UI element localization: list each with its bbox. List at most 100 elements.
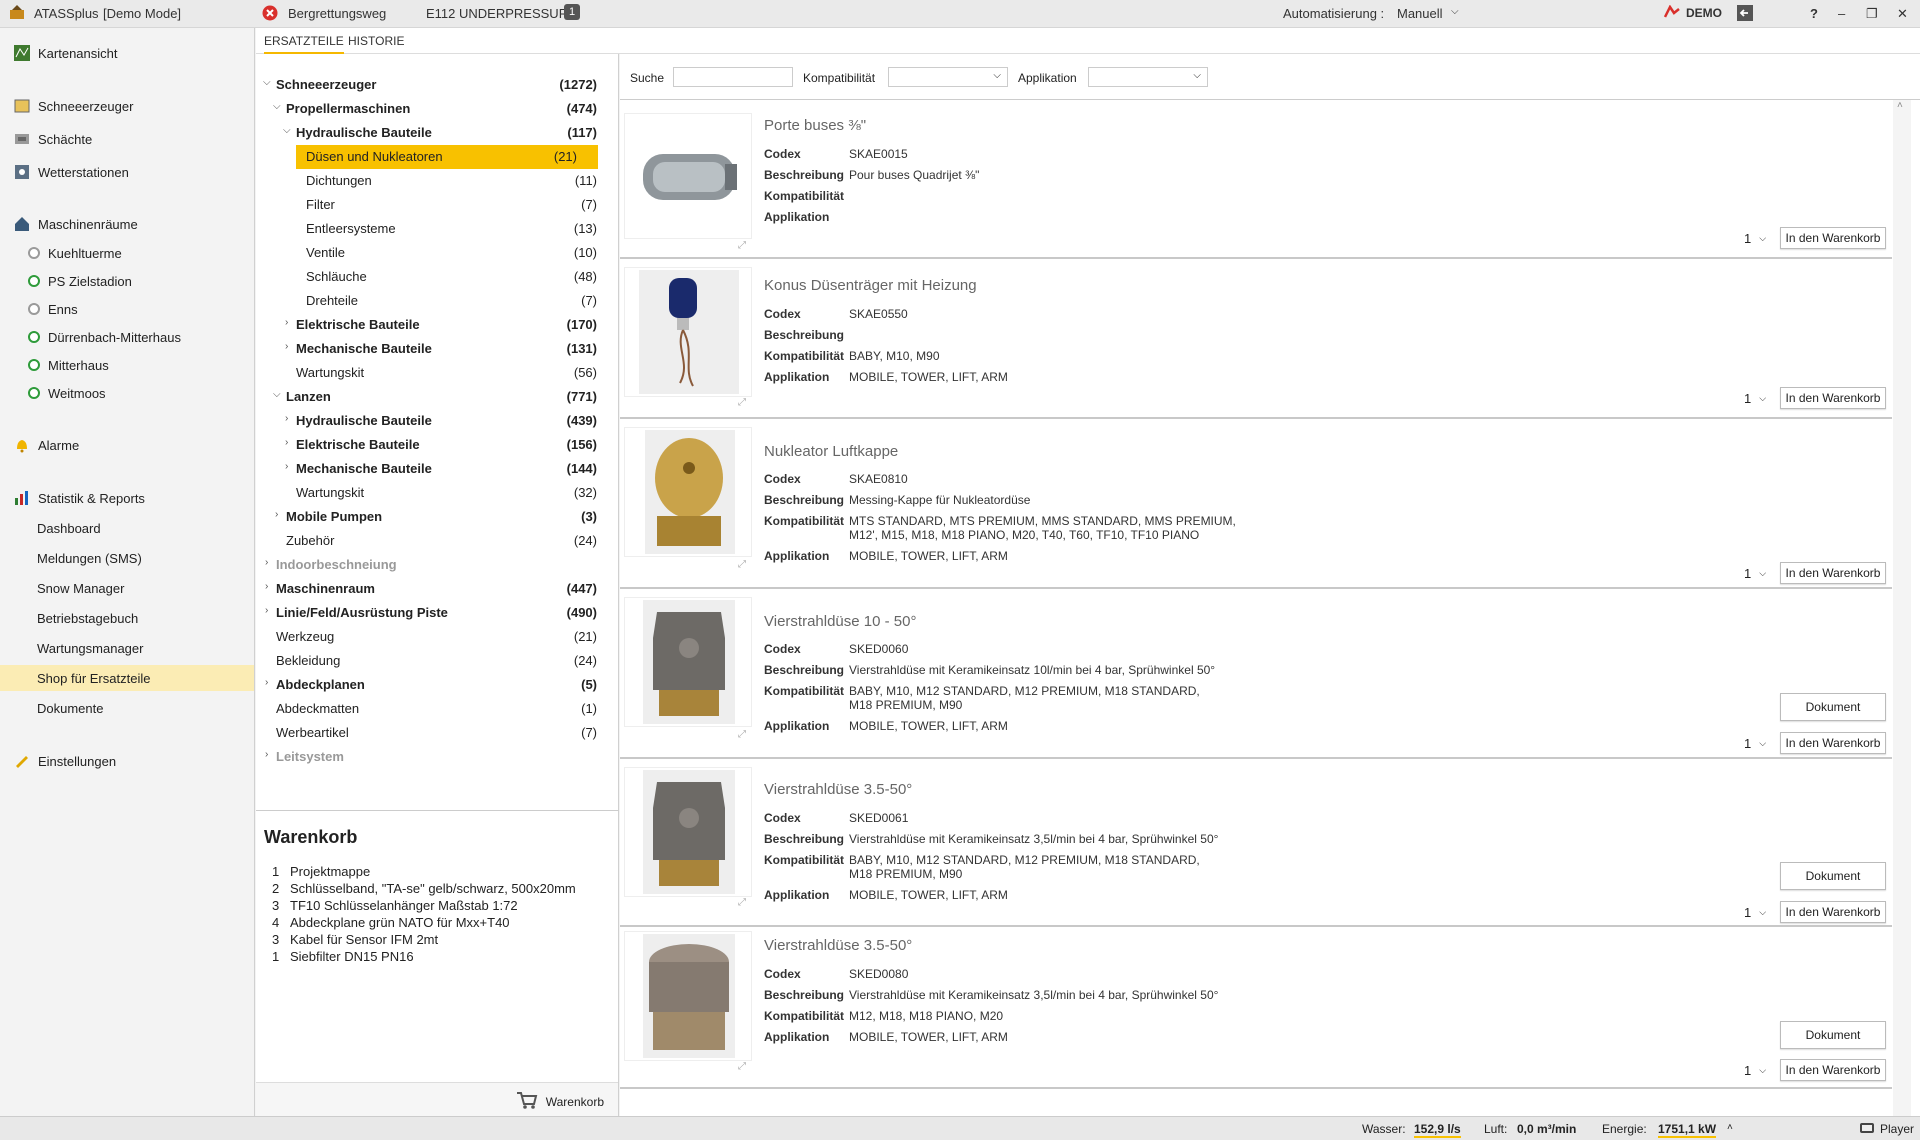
tree-node[interactable]: Zubehör (24) <box>256 529 618 553</box>
nav-item-ps-zielstadion[interactable]: PS Zielstadion <box>0 268 254 294</box>
nav-item-snow-manager[interactable]: Snow Manager <box>0 575 254 601</box>
product-image[interactable] <box>624 113 752 239</box>
tree-node[interactable]: Ventile (10) <box>256 241 618 265</box>
chevron-down-icon[interactable]: ⌵ <box>273 389 281 400</box>
quantity-select[interactable]: 1 ⌵ <box>1730 901 1774 923</box>
chevron-right-icon[interactable]: › <box>265 581 268 592</box>
chevron-up-icon[interactable]: ˄ <box>1727 1122 1733 1133</box>
add-to-cart-button[interactable]: In den Warenkorb <box>1780 732 1886 754</box>
tree-node[interactable]: Bekleidung (24) <box>256 649 618 673</box>
chevron-right-icon[interactable]: › <box>265 605 268 616</box>
document-button[interactable]: Dokument <box>1780 1021 1886 1049</box>
tree-node[interactable]: › Mechanische Bauteile (131) <box>256 337 618 361</box>
expand-icon[interactable]: ⤢ <box>738 1061 752 1075</box>
nav-item-einstellungen[interactable]: Einstellungen <box>0 748 254 774</box>
tree-node[interactable]: › Linie/Feld/Ausrüstung Piste (490) <box>256 601 618 625</box>
nav-item-wetterstationen[interactable]: Wetterstationen <box>0 159 254 185</box>
tree-node[interactable]: ⌵ Schneeerzeuger (1272) <box>256 73 618 97</box>
tab-historie[interactable]: HISTORIE <box>348 34 404 48</box>
quantity-select[interactable]: 1 ⌵ <box>1730 562 1774 584</box>
chevron-up-icon[interactable]: ˄ <box>1897 100 1903 111</box>
minimize-button[interactable]: – <box>1838 6 1845 21</box>
help-button[interactable]: ? <box>1810 6 1818 21</box>
product-image[interactable] <box>624 597 752 727</box>
nav-item-dokumente[interactable]: Dokumente <box>0 695 254 721</box>
app-select[interactable]: ⌵ <box>1088 67 1208 87</box>
cart-item[interactable]: 3 TF10 Schlüsselanhänger Maßstab 1:72 <box>272 898 518 913</box>
chevron-down-icon[interactable]: ⌵ <box>1451 6 1459 17</box>
tree-node[interactable]: Schläuche (48) <box>256 265 618 289</box>
tree-node[interactable]: › Indoorbeschneiung <box>256 553 618 577</box>
product-image[interactable] <box>624 931 752 1061</box>
expand-icon[interactable]: ⤢ <box>738 240 752 254</box>
product-title[interactable]: Nukleator Luftkappe <box>764 443 898 460</box>
scrollbar[interactable]: ˄ <box>1893 100 1911 1116</box>
cart-button[interactable]: Warenkorb <box>516 1090 604 1113</box>
cart-item[interactable]: 1 Siebfilter DN15 PN16 <box>272 949 414 964</box>
expand-icon[interactable]: ⤢ <box>738 729 752 743</box>
tree-node[interactable]: Wartungskit (32) <box>256 481 618 505</box>
nav-item-enns[interactable]: Enns <box>0 296 254 322</box>
add-to-cart-button[interactable]: In den Warenkorb <box>1780 387 1886 409</box>
chevron-right-icon[interactable]: › <box>285 341 288 352</box>
nav-item-maschinenraeume[interactable]: Maschinenräume <box>0 211 254 237</box>
product-image[interactable] <box>624 767 752 897</box>
cart-item[interactable]: 2 Schlüsselband, "TA-se" gelb/schwarz, 50… <box>272 881 576 896</box>
product-title[interactable]: Konus Düsenträger mit Heizung <box>764 277 977 294</box>
tree-node[interactable]: Abdeckmatten (1) <box>256 697 618 721</box>
tree-node[interactable]: › Elektrische Bauteile (156) <box>256 433 618 457</box>
close-button[interactable]: ✕ <box>1897 6 1908 22</box>
quantity-select[interactable]: 1 ⌵ <box>1730 387 1774 409</box>
nav-item-schaechte[interactable]: Schächte <box>0 126 254 152</box>
tree-node[interactable]: › Elektrische Bauteile (170) <box>256 313 618 337</box>
add-to-cart-button[interactable]: In den Warenkorb <box>1780 1059 1886 1081</box>
nav-item-mitterhaus[interactable]: Mitterhaus <box>0 352 254 378</box>
chevron-right-icon[interactable]: › <box>285 437 288 448</box>
chevron-right-icon[interactable]: › <box>265 677 268 688</box>
tree-node[interactable]: › Maschinenraum (447) <box>256 577 618 601</box>
chevron-right-icon[interactable]: › <box>265 749 268 760</box>
tree-node[interactable]: Filter (7) <box>256 193 618 217</box>
cart-item[interactable]: 4 Abdeckplane grün NATO für Mxx+T40 <box>272 915 510 930</box>
logout-icon[interactable] <box>1737 5 1753 24</box>
chevron-right-icon[interactable]: › <box>275 509 278 520</box>
tree-node[interactable]: ⌵ Lanzen (771) <box>256 385 618 409</box>
quantity-select[interactable]: 1 ⌵ <box>1730 732 1774 754</box>
product-image[interactable] <box>624 427 752 557</box>
tree-node[interactable]: ⌵ Hydraulische Bauteile (117) <box>256 121 618 145</box>
add-to-cart-button[interactable]: In den Warenkorb <box>1780 227 1886 249</box>
nav-item-dashboard[interactable]: Dashboard <box>0 515 254 541</box>
quantity-select[interactable]: 1 ⌵ <box>1730 227 1774 249</box>
nav-item-schneeerzeuger[interactable]: Schneeerzeuger <box>0 93 254 119</box>
alert-count-badge[interactable]: 1 <box>564 4 581 20</box>
chevron-right-icon[interactable]: › <box>285 317 288 328</box>
expand-icon[interactable]: ⤢ <box>738 559 752 573</box>
nav-item-wartungsmanager[interactable]: Wartungsmanager <box>0 635 254 661</box>
compat-select[interactable]: ⌵ <box>888 67 1008 87</box>
add-to-cart-button[interactable]: In den Warenkorb <box>1780 562 1886 584</box>
nav-item-kartenansicht[interactable]: Kartenansicht <box>0 40 254 66</box>
cart-item[interactable]: 1 Projektmappe <box>272 864 370 879</box>
tree-node[interactable]: Dichtungen (11) <box>256 169 618 193</box>
expand-icon[interactable]: ⤢ <box>738 397 752 411</box>
player-label[interactable]: Player <box>1880 1122 1914 1136</box>
product-image[interactable] <box>624 267 752 397</box>
tree-node[interactable]: ⌵ Propellermaschinen (474) <box>256 97 618 121</box>
tab-ersatzteile[interactable]: ERSATZTEILE <box>264 34 344 54</box>
chevron-right-icon[interactable]: › <box>285 413 288 424</box>
tree-node[interactable]: › Mechanische Bauteile (144) <box>256 457 618 481</box>
add-to-cart-button[interactable]: In den Warenkorb <box>1780 901 1886 923</box>
product-title[interactable]: Vierstrahldüse 3.5-50° <box>764 937 912 954</box>
tree-node[interactable]: › Leitsystem <box>256 745 618 769</box>
nav-item-kuehltuerme[interactable]: Kuehltuerme <box>0 240 254 266</box>
cart-item[interactable]: 3 Kabel für Sensor IFM 2mt <box>272 932 438 947</box>
document-button[interactable]: Dokument <box>1780 862 1886 890</box>
alert-label[interactable]: E112 UNDERPRESSURE <box>426 6 577 21</box>
tree-node[interactable]: › Hydraulische Bauteile (439) <box>256 409 618 433</box>
restore-button[interactable]: ❐ <box>1866 6 1878 22</box>
chevron-down-icon[interactable]: ⌵ <box>283 125 291 136</box>
chevron-right-icon[interactable]: › <box>285 461 288 472</box>
document-button[interactable]: Dokument <box>1780 693 1886 721</box>
chevron-down-icon[interactable]: ⌵ <box>263 77 271 88</box>
tree-node[interactable]: › Abdeckplanen (5) <box>256 673 618 697</box>
